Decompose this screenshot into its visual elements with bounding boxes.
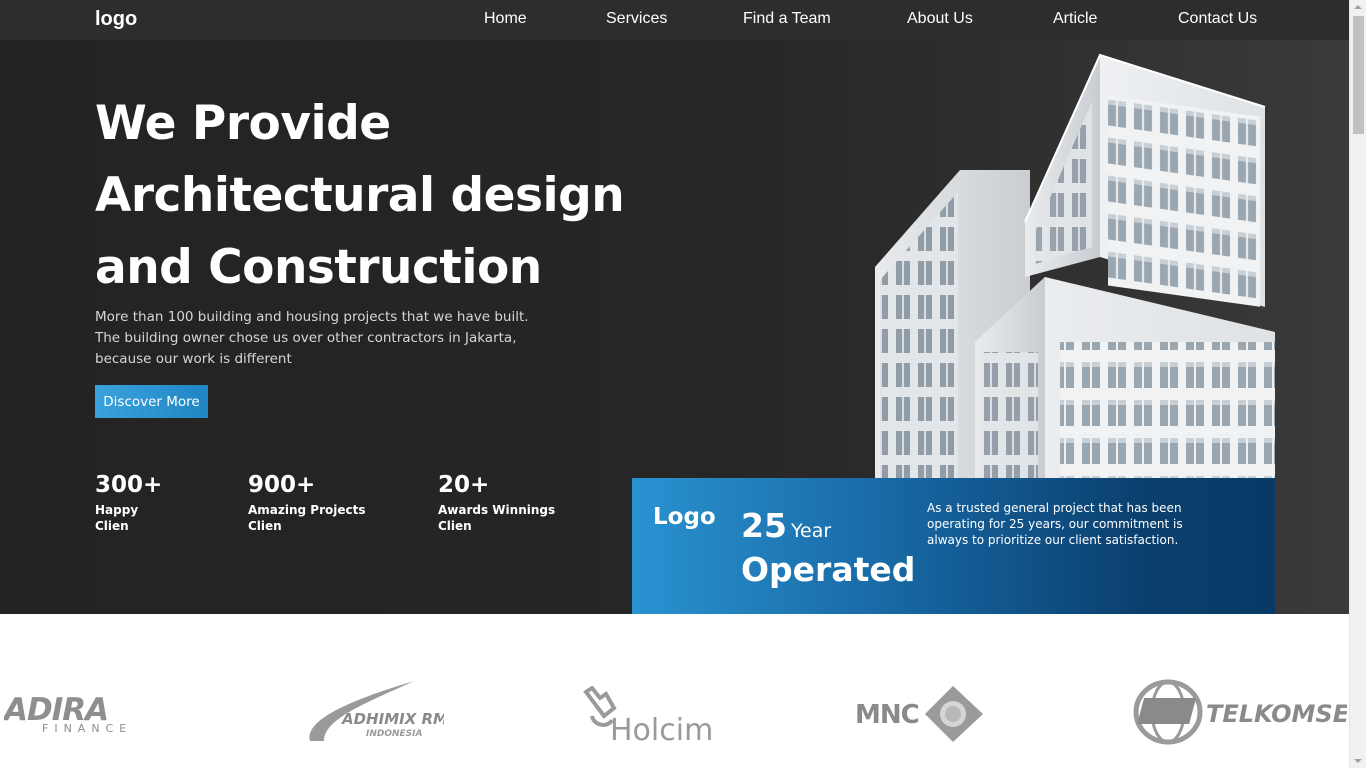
stat-happy-clients: 300+ Happy Clien bbox=[95, 472, 162, 534]
telkomsel-text: TELKOMSEL bbox=[1206, 700, 1347, 728]
stat-label-line: Clien bbox=[248, 519, 282, 533]
adira-sub-text: FINANCE bbox=[42, 722, 132, 735]
page-scrollbar[interactable] bbox=[1349, 0, 1366, 768]
site-logo[interactable]: logo bbox=[95, 8, 137, 31]
partner-logos-strip: ADIRA FINANCE ADHIMIX RMC INDONESIA Holc… bbox=[0, 614, 1349, 768]
mnc-text: MNC bbox=[855, 700, 919, 730]
holcim-text: Holcim bbox=[610, 713, 713, 746]
stat-amazing-projects: 900+ Amazing Projects Clien bbox=[248, 472, 366, 534]
scrollbar-thumb[interactable] bbox=[1353, 16, 1364, 134]
adhimix-sub-text: INDONESIA bbox=[366, 729, 423, 739]
headline-line-1: We Provide bbox=[95, 96, 391, 151]
adhimix-text: ADHIMIX RMC bbox=[341, 710, 444, 728]
nav-article[interactable]: Article bbox=[1053, 10, 1097, 28]
holcim-logo: Holcim bbox=[583, 686, 713, 746]
banner-description: As a trusted general project that has be… bbox=[927, 501, 1183, 547]
telkomsel-logo: TELKOMSEL bbox=[1133, 679, 1347, 745]
stat-label: Amazing Projects Clien bbox=[248, 502, 366, 534]
headline-line-3: and Construction bbox=[95, 240, 542, 295]
years-operated-banner: Logo 25 Year Operated As a trusted genera… bbox=[632, 478, 1275, 614]
adira-finance-logo: ADIRA FINANCE bbox=[4, 692, 132, 735]
stat-number: 900+ bbox=[248, 472, 316, 498]
top-navbar: logo Home Services Find a Team About Us … bbox=[0, 0, 1349, 40]
hero-headline: We Provide Architectural design and Cons… bbox=[95, 88, 625, 304]
discover-more-button[interactable]: Discover More bbox=[95, 385, 208, 418]
stat-number: 300+ bbox=[95, 472, 163, 498]
stat-label-line: Happy bbox=[95, 503, 139, 517]
nav-services[interactable]: Services bbox=[606, 10, 667, 28]
operated-label: Operated bbox=[741, 550, 916, 589]
building-image bbox=[875, 53, 1275, 482]
stat-number: 20+ bbox=[438, 472, 490, 498]
stat-label-line: Awards Winnings bbox=[438, 503, 556, 517]
scroll-up-arrow-icon[interactable] bbox=[1354, 5, 1362, 9]
stat-label: Awards Winnings Clien bbox=[438, 502, 555, 534]
years-number: 25 bbox=[741, 506, 787, 545]
headline-line-2: Architectural design bbox=[95, 168, 625, 223]
scroll-down-arrow-icon[interactable] bbox=[1354, 759, 1362, 763]
stat-label-line: Amazing Projects bbox=[248, 503, 366, 517]
nav-home[interactable]: Home bbox=[484, 10, 527, 28]
nav-find-a-team[interactable]: Find a Team bbox=[743, 10, 831, 28]
stat-label: Happy Clien bbox=[95, 502, 162, 534]
nav-about-us[interactable]: About Us bbox=[907, 10, 973, 28]
hero-section: We Provide Architectural design and Cons… bbox=[0, 40, 1349, 614]
stat-label-line: Clien bbox=[95, 519, 129, 533]
adhimix-rmc-logo: ADHIMIX RMC INDONESIA bbox=[309, 681, 444, 741]
stat-label-line: Clien bbox=[438, 519, 472, 533]
mnc-logo: MNC bbox=[855, 686, 983, 742]
years-count: 25 Year bbox=[741, 506, 831, 545]
years-unit: Year bbox=[790, 520, 832, 542]
banner-logo: Logo bbox=[653, 504, 716, 530]
nav-contact-us[interactable]: Contact Us bbox=[1178, 10, 1257, 28]
hero-subtext: More than 100 building and housing proje… bbox=[95, 309, 529, 367]
stat-awards-winnings: 20+ Awards Winnings Clien bbox=[438, 472, 555, 534]
